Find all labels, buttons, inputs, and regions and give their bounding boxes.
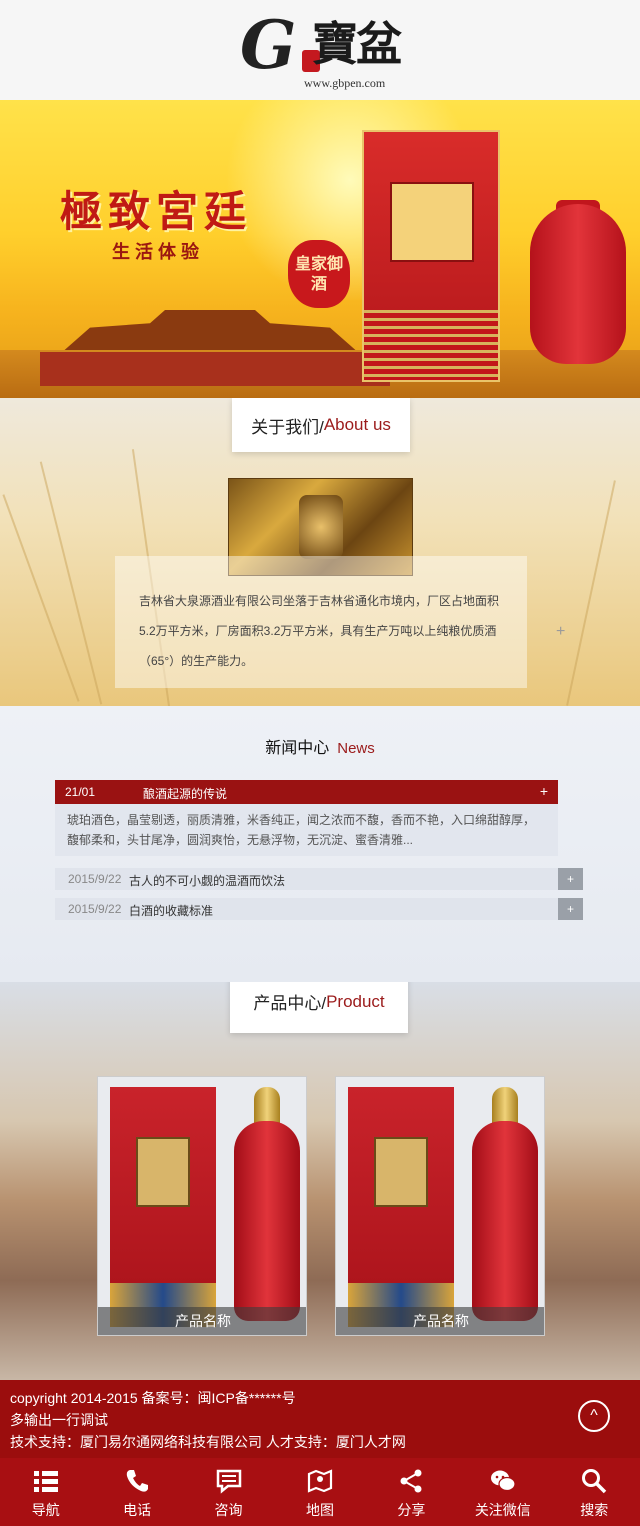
footer-copyright: copyright 2014-2015 备案号：闽ICP备******号 xyxy=(10,1390,296,1406)
about-image-ornament xyxy=(299,495,343,559)
wine-box-wave-pattern xyxy=(364,310,498,380)
wheat-stalk xyxy=(2,494,80,702)
list-icon xyxy=(33,1471,58,1492)
product-title-en: Product xyxy=(326,991,385,1011)
wheat-stalk xyxy=(39,461,103,705)
bottom-nav-bar: 导航 电话 咨询 地图 分享 关注微信 搜索 xyxy=(0,1458,640,1526)
news-section-title: 新闻中心 News xyxy=(0,734,640,758)
nav-label: 地图 xyxy=(305,1502,334,1518)
site-logo[interactable]: G 寶盆 www.gbpen.com xyxy=(240,6,402,90)
news-item-title[interactable]: 白酒的收藏标准 xyxy=(129,902,213,919)
news-item-title[interactable]: 古人的不可小觑的温酒而饮法 xyxy=(129,872,285,889)
news-section: 新闻中心 News 21/01 酿酒起源的传说 + 琥珀酒色，晶莹剔透，丽质清雅，… xyxy=(0,706,640,982)
news-item-date: 2015/9/22 xyxy=(68,872,122,886)
product-card[interactable]: 产品名称 xyxy=(335,1076,545,1336)
nav-item-wechat[interactable]: 关注微信 xyxy=(457,1458,548,1526)
news-item-plus-icon[interactable]: + xyxy=(558,898,583,920)
footer-debug-line: 多输出一行调试 xyxy=(10,1412,108,1428)
news-list-item[interactable]: 2015/9/22 白酒的收藏标准 + xyxy=(55,898,583,920)
footer-support: 技术支持：厦门易尔通网络科技有限公司 人才支持：厦门人才网 xyxy=(10,1434,406,1450)
back-to-top-button[interactable]: ^ xyxy=(578,1400,610,1432)
map-icon xyxy=(307,1469,333,1493)
chat-icon xyxy=(216,1469,241,1494)
news-title-cn: 新闻中心 xyxy=(265,740,330,757)
logo-chinese-text: 寶盆 xyxy=(312,17,402,71)
logo-url: www.gbpen.com xyxy=(304,76,386,90)
product-box-plaque xyxy=(374,1137,428,1207)
wheat-stalk xyxy=(566,480,616,706)
palace-roof-graphic xyxy=(60,310,360,354)
wine-bottle-graphic xyxy=(530,204,626,364)
nav-item-map[interactable]: 地图 xyxy=(274,1458,365,1526)
product-bottle-image xyxy=(472,1121,538,1321)
banner-title: 極致宮廷 xyxy=(60,187,253,236)
nav-label: 搜索 xyxy=(580,1502,609,1518)
product-name[interactable]: 产品名称 xyxy=(336,1307,544,1335)
nav-label: 电话 xyxy=(123,1502,152,1518)
news-featured-header[interactable]: 21/01 酿酒起源的传说 + xyxy=(55,780,558,804)
product-bottle-image xyxy=(234,1121,300,1321)
wine-box-label xyxy=(390,182,474,262)
news-featured-plus-icon[interactable]: + xyxy=(540,783,548,799)
hero-banner[interactable]: 極致宮廷 生活体验 皇家御酒 xyxy=(0,100,640,398)
about-title-cn: 关于我们/ xyxy=(251,417,324,437)
nav-label: 导航 xyxy=(31,1502,60,1518)
about-more-plus-icon[interactable]: + xyxy=(556,623,565,641)
about-title-en: About us xyxy=(323,415,391,434)
news-item-date: 2015/9/22 xyxy=(68,902,122,916)
nav-item-phone[interactable]: 电话 xyxy=(91,1458,182,1526)
banner-subtitle: 生活体验 xyxy=(112,242,204,263)
about-text-panel: 吉林省大泉源酒业有限公司坐落于吉林省通化市境内，厂区占地面积5.2万平方米，厂房… xyxy=(115,556,527,688)
news-featured-date: 21/01 xyxy=(65,785,96,799)
nav-item-search[interactable]: 搜索 xyxy=(549,1458,640,1526)
product-title-cn: 产品中心/ xyxy=(253,994,327,1013)
about-section-title: 关于我们/About us xyxy=(232,398,410,452)
product-card[interactable]: 产品名称 xyxy=(97,1076,307,1336)
product-box-plaque xyxy=(136,1137,190,1207)
nav-label: 咨询 xyxy=(214,1502,243,1518)
banner-seal: 皇家御酒 xyxy=(288,240,350,308)
news-item-plus-icon[interactable]: + xyxy=(558,868,583,890)
product-box-image xyxy=(110,1087,216,1327)
nav-label: 分享 xyxy=(397,1502,426,1518)
product-name[interactable]: 产品名称 xyxy=(98,1307,306,1335)
product-section-title: 产品中心/Product xyxy=(230,982,408,1033)
product-box-image xyxy=(348,1087,454,1327)
product-section: 产品中心/Product 产品名称 产品名称 xyxy=(0,982,640,1380)
logo-g-glyph: G xyxy=(240,6,297,84)
nav-item-navigation[interactable]: 导航 xyxy=(0,1458,91,1526)
nav-item-consult[interactable]: 咨询 xyxy=(183,1458,274,1526)
about-section: 关于我们/About us 吉林省大泉源酒业有限公司坐落于吉林省通化市境内，厂区… xyxy=(0,398,640,706)
nav-item-share[interactable]: 分享 xyxy=(366,1458,457,1526)
news-title-en: News xyxy=(337,740,375,757)
site-footer: copyright 2014-2015 备案号：闽ICP备******号 多输出… xyxy=(0,1380,640,1458)
share-icon xyxy=(400,1469,422,1493)
palace-wall-graphic xyxy=(40,352,390,386)
news-list-item[interactable]: 2015/9/22 古人的不可小觑的温酒而饮法 + xyxy=(55,868,583,890)
news-featured-title[interactable]: 酿酒起源的传说 xyxy=(143,785,227,802)
wine-box-graphic xyxy=(362,130,500,382)
wechat-icon xyxy=(490,1470,516,1492)
phone-icon xyxy=(126,1470,149,1492)
search-icon xyxy=(582,1469,607,1494)
nav-label: 关注微信 xyxy=(474,1502,531,1518)
site-header: G 寶盆 www.gbpen.com xyxy=(0,0,640,100)
news-featured-excerpt: 琥珀酒色，晶莹剔透，丽质清雅，米香纯正，闻之浓而不馥，香而不艳，入口绵甜醇厚，馥… xyxy=(55,804,558,856)
about-description: 吉林省大泉源酒业有限公司坐落于吉林省通化市境内，厂区占地面积5.2万平方米，厂房… xyxy=(139,594,500,668)
